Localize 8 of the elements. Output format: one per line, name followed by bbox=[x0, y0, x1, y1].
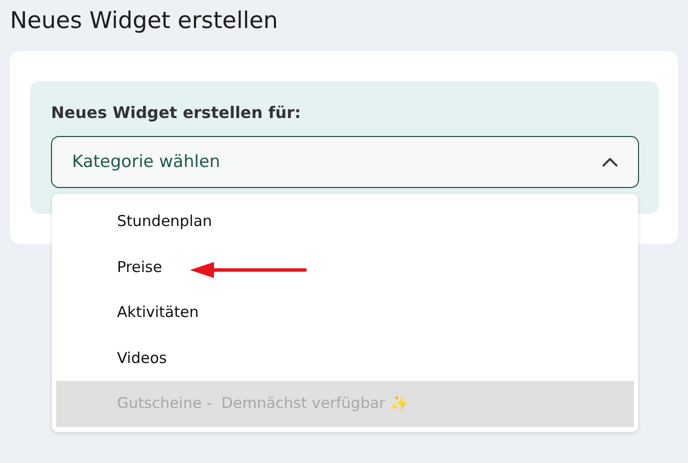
chevron-icon bbox=[602, 157, 618, 167]
page-title: Neues Widget erstellen bbox=[10, 7, 279, 36]
dropdown-option[interactable]: Stundenplan bbox=[56, 199, 634, 244]
dropdown-option[interactable]: Aktivitäten bbox=[56, 290, 634, 336]
dropdown-option[interactable]: Videos bbox=[56, 336, 634, 381]
dropdown-option[interactable]: Preise bbox=[56, 244, 634, 290]
field-label: Neues Widget erstellen für: bbox=[51, 103, 302, 122]
category-select[interactable]: Kategorie wählen bbox=[51, 136, 639, 188]
